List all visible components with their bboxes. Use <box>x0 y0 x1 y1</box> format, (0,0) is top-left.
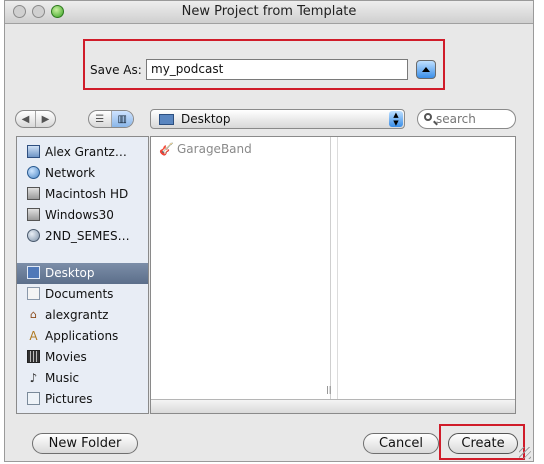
sidebar-item-alexgrantz[interactable]: ⌂ alexgrantz <box>17 305 148 326</box>
popup-arrows-icon: ▲ ▼ <box>389 111 403 127</box>
chevron-up-icon <box>422 67 430 72</box>
hard-disk-icon <box>27 187 40 200</box>
file-browser: 🎸 GarageBand || <box>150 136 516 414</box>
sidebar-item-desktop[interactable]: Desktop <box>17 263 148 284</box>
save-dialog-window: New Project from Template Save As: my_po… <box>4 0 534 462</box>
sidebar-item-pictures[interactable]: Pictures <box>17 389 148 410</box>
network-volume-icon <box>27 229 40 242</box>
horizontal-scrollbar[interactable] <box>151 399 515 413</box>
forward-arrow-icon[interactable]: ▶ <box>35 111 55 127</box>
sidebar-item-computer[interactable]: Alex Grantz… <box>17 142 148 163</box>
pictures-icon <box>27 392 40 405</box>
window-title: New Project from Template <box>181 4 357 19</box>
sidebar-item-label: Network <box>45 166 96 180</box>
resize-grip-icon[interactable] <box>519 447 531 459</box>
sidebar-item-2nd-semes[interactable]: 2ND_SEMES… <box>17 226 148 247</box>
location-popup[interactable]: Desktop ▲ ▼ <box>150 109 405 129</box>
list-item-label: GarageBand <box>177 142 252 156</box>
sidebar-item-label: Documents <box>45 287 114 301</box>
globe-icon <box>27 166 40 179</box>
collapse-dialog-button[interactable] <box>416 60 436 79</box>
sidebar: Alex Grantz… Network Macintosh HD Window… <box>16 136 149 414</box>
sidebar-item-label: Movies <box>45 350 87 364</box>
document-icon <box>27 287 40 300</box>
movies-icon <box>27 350 40 363</box>
sidebar-item-label: Pictures <box>45 392 93 406</box>
sidebar-item-label: Desktop <box>45 266 95 280</box>
cancel-button[interactable]: Cancel <box>363 433 439 454</box>
browser-column-1: 🎸 GarageBand || <box>151 137 331 399</box>
sidebar-item-label: 2ND_SEMES… <box>45 229 130 243</box>
sidebar-item-documents[interactable]: Documents <box>17 284 148 305</box>
home-icon: ⌂ <box>30 308 37 321</box>
desktop-icon <box>159 114 174 125</box>
music-icon: ♪ <box>29 370 38 385</box>
sidebar-item-label: Alex Grantz… <box>45 145 127 159</box>
back-arrow-icon[interactable]: ◀ <box>16 111 35 127</box>
new-folder-button[interactable]: New Folder <box>32 433 138 454</box>
sidebar-item-label: Macintosh HD <box>45 187 129 201</box>
sidebar-item-applications[interactable]: A Applications <box>17 326 148 347</box>
browser-column-2 <box>337 137 515 399</box>
hard-disk-icon <box>27 208 40 221</box>
title-bar: New Project from Template <box>5 1 533 24</box>
column-resize-handle[interactable]: || <box>326 385 331 394</box>
sidebar-item-network[interactable]: Network <box>17 163 148 184</box>
search-input[interactable] <box>436 111 512 127</box>
sidebar-item-windows30[interactable]: Windows30 <box>17 205 148 226</box>
sidebar-item-macintosh-hd[interactable]: Macintosh HD <box>17 184 148 205</box>
desktop-icon <box>27 266 40 279</box>
sidebar-item-label: alexgrantz <box>45 308 109 322</box>
search-icon <box>424 113 432 121</box>
location-label: Desktop <box>181 112 231 126</box>
column-view-icon[interactable]: ▥ <box>110 111 133 127</box>
applications-icon: A <box>29 328 38 343</box>
computer-icon <box>27 145 40 158</box>
sidebar-item-music[interactable]: ♪ Music <box>17 368 148 389</box>
sidebar-item-label: Applications <box>45 329 119 343</box>
save-as-label: Save As: <box>90 63 142 77</box>
back-forward-control[interactable]: ◀ ▶ <box>15 110 56 128</box>
view-mode-control[interactable]: ☰ ▥ <box>88 110 134 128</box>
list-item[interactable]: 🎸 GarageBand <box>159 142 252 156</box>
guitar-icon: 🎸 <box>159 142 174 156</box>
sidebar-item-label: Music <box>45 371 80 385</box>
sidebar-item-movies[interactable]: Movies <box>17 347 148 368</box>
sidebar-item-label: Windows30 <box>45 208 114 222</box>
list-view-icon[interactable]: ☰ <box>89 111 111 127</box>
search-field[interactable] <box>417 109 516 129</box>
save-as-field[interactable]: my_podcast <box>146 59 408 80</box>
create-highlight <box>439 424 525 460</box>
